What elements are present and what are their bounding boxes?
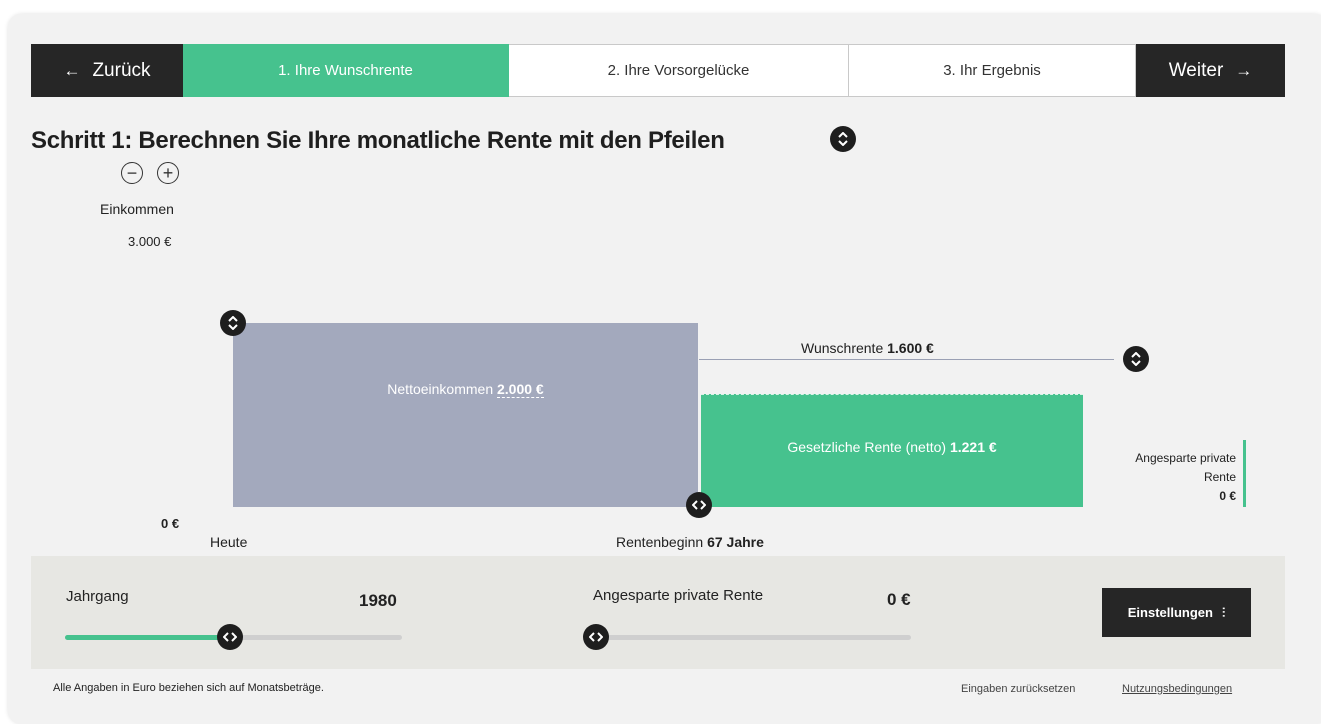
private-pension-label-1: Angesparte private [1135, 451, 1236, 465]
retirement-age-handle[interactable] [686, 492, 712, 518]
chevron-leftright-icon [692, 500, 706, 510]
private-pension-control-label: Angesparte private Rente [593, 587, 764, 604]
step-navigation: ← Zurück 1. Ihre Wunschrente 2. Ihre Vor… [31, 44, 1285, 97]
birth-year-slider-handle[interactable] [217, 624, 244, 650]
statutory-pension-bar: Gesetzliche Rente (netto) 1.221 € [701, 394, 1083, 507]
next-button[interactable]: Weiter → [1136, 44, 1285, 97]
settings-button-label: Einstellungen [1127, 605, 1213, 620]
arrow-right-icon: → [1235, 60, 1253, 80]
y-axis-label: Einkommen [100, 201, 174, 217]
wish-pension-label: Wunschrente [801, 340, 884, 356]
private-pension-control-value: 0 € [887, 590, 911, 609]
retirement-age-value: 67 Jahre [707, 534, 764, 550]
net-income-text: Nettoeinkommen 2.000 € [387, 381, 544, 398]
chevron-updown-icon [838, 132, 848, 146]
y-zero-label: 0 € [161, 516, 180, 531]
birth-year-label: Jahrgang [66, 588, 129, 605]
private-pension-legend: Angesparte private Rente 0 € [1100, 449, 1236, 506]
chevron-updown-icon [1131, 352, 1141, 366]
wish-pension-value: 1.600 € [887, 340, 934, 356]
page-title: Schritt 1: Berechnen Sie Ihre monatliche… [31, 127, 725, 154]
statutory-pension-text: Gesetzliche Rente (netto) 1.221 € [787, 439, 996, 455]
retirement-label-text: Rentenbeginn [616, 534, 704, 550]
net-income-label: Nettoeinkommen [387, 381, 494, 397]
wish-pension-handle[interactable] [1123, 346, 1149, 372]
heading-updown-icon[interactable] [830, 126, 856, 152]
chevron-updown-icon [228, 316, 238, 330]
tab-step-2[interactable]: 2. Ihre Vorsorgelücke [509, 44, 849, 97]
private-pension-value: 0 € [1219, 489, 1236, 503]
x-retirement-label: Rentenbeginn 67 Jahre [616, 534, 764, 550]
statutory-pension-value: 1.221 € [949, 439, 997, 455]
reset-link[interactable]: Eingaben zurücksetzen [961, 683, 1075, 695]
plus-icon: + [162, 163, 174, 183]
next-button-label: Weiter [1168, 59, 1224, 81]
private-pension-label-2: Rente [1203, 470, 1236, 484]
x-start-label: Heute [210, 534, 248, 550]
net-income-value[interactable]: 2.000 € [497, 381, 544, 398]
zoom-in-button[interactable]: + [157, 162, 179, 184]
y-max-label: 3.000 € [128, 234, 172, 249]
footer-note: Alle Angaben in Euro beziehen sich auf M… [53, 682, 324, 694]
net-income-bar: Nettoeinkommen 2.000 € [233, 323, 698, 507]
wish-pension-text: Wunschrente 1.600 € [801, 340, 934, 356]
private-pension-slider-handle[interactable] [583, 624, 609, 650]
sliders-icon: ⫶ [1221, 604, 1226, 620]
terms-link[interactable]: Nutzungsbedingungen [1122, 683, 1232, 695]
private-pension-slider-track[interactable] [596, 635, 911, 640]
back-button-label: Zurück [92, 59, 151, 81]
back-button[interactable]: ← Zurück [31, 44, 183, 97]
private-pension-bar [1243, 440, 1246, 507]
controls-panel [31, 556, 1285, 669]
minus-icon: − [126, 163, 138, 183]
settings-button[interactable]: Einstellungen ⫶ [1102, 588, 1251, 637]
birth-year-value: 1980 [359, 591, 397, 610]
statutory-pension-label: Gesetzliche Rente (netto) [787, 439, 947, 455]
tab-step-3[interactable]: 3. Ihr Ergebnis [849, 44, 1136, 97]
tab-step-1[interactable]: 1. Ihre Wunschrente [183, 44, 509, 97]
chevron-leftright-icon [589, 632, 603, 642]
chevron-leftright-icon [223, 632, 238, 642]
zoom-out-button[interactable]: − [121, 162, 143, 184]
arrow-left-icon: ← [63, 60, 81, 80]
wish-pension-line [699, 359, 1114, 360]
birth-year-slider-fill [65, 635, 231, 640]
net-income-handle[interactable] [220, 310, 246, 336]
